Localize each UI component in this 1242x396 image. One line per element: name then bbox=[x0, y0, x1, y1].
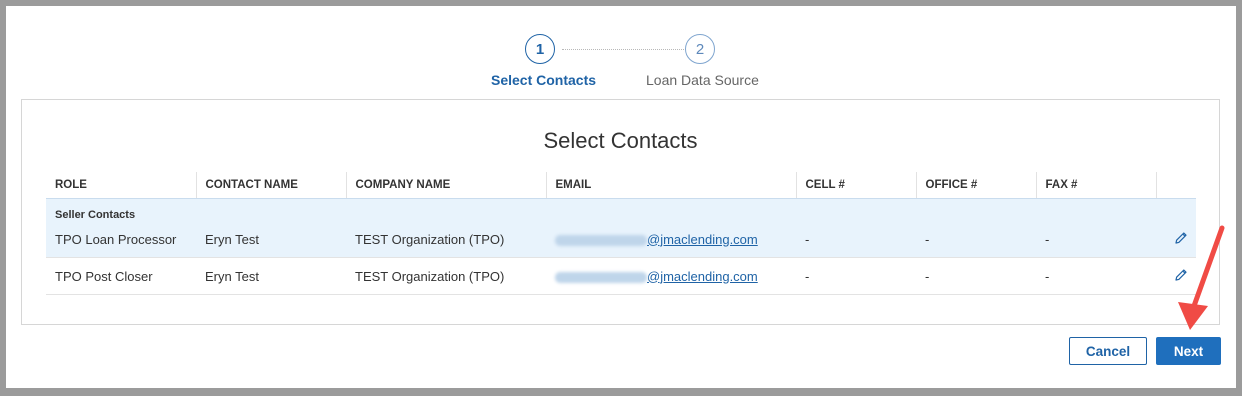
fax-cell: - bbox=[1036, 257, 1156, 295]
group-row: Seller Contacts bbox=[46, 198, 1196, 221]
next-button[interactable]: Next bbox=[1156, 337, 1221, 365]
step-1-indicator[interactable]: 1 bbox=[525, 34, 555, 64]
column-header-cell[interactable]: CELL # bbox=[796, 172, 917, 199]
step-1-label: Select Contacts bbox=[491, 72, 597, 88]
step-1-number: 1 bbox=[535, 40, 545, 58]
column-header-fax[interactable]: FAX # bbox=[1036, 172, 1157, 199]
step-connector bbox=[562, 49, 690, 50]
group-label: Seller Contacts bbox=[46, 198, 1196, 221]
redacted-email-user bbox=[555, 271, 647, 283]
email-link[interactable]: @jmaclending.com bbox=[647, 269, 758, 284]
role-cell: TPO Post Closer bbox=[46, 257, 196, 295]
cell-phone-cell: - bbox=[796, 221, 916, 258]
cell-phone-cell: - bbox=[796, 257, 916, 295]
email-cell: @jmaclending.com bbox=[546, 257, 796, 295]
table-row[interactable]: TPO Loan Processor Eryn Test TEST Organi… bbox=[46, 221, 1196, 258]
table-row[interactable]: TPO Post Closer Eryn Test TEST Organizat… bbox=[46, 257, 1196, 295]
contacts-table: ROLE CONTACT NAME COMPANY NAME EMAIL CEL… bbox=[46, 172, 1196, 295]
step-2-number: 2 bbox=[695, 40, 705, 58]
panel-title: Select Contacts bbox=[543, 128, 698, 153]
office-phone-cell: - bbox=[916, 257, 1036, 295]
role-cell: TPO Loan Processor bbox=[46, 221, 196, 258]
contact-name-cell: Eryn Test bbox=[196, 221, 346, 258]
step-2-indicator[interactable]: 2 bbox=[685, 34, 715, 64]
wizard-frame: 1 2 Select Contacts Loan Data Source Sel… bbox=[6, 6, 1236, 388]
column-header-contact-name[interactable]: CONTACT NAME bbox=[196, 172, 347, 199]
column-header-role[interactable]: ROLE bbox=[46, 172, 197, 199]
office-phone-cell: - bbox=[916, 221, 1036, 258]
email-cell: @jmaclending.com bbox=[546, 221, 796, 258]
company-name-cell: TEST Organization (TPO) bbox=[346, 221, 546, 258]
column-header-office[interactable]: OFFICE # bbox=[916, 172, 1037, 199]
cancel-button[interactable]: Cancel bbox=[1069, 337, 1147, 365]
column-header-email[interactable]: EMAIL bbox=[546, 172, 797, 199]
arrow-annotation bbox=[1178, 225, 1225, 330]
email-link[interactable]: @jmaclending.com bbox=[647, 232, 758, 247]
table-header-row: ROLE CONTACT NAME COMPANY NAME EMAIL CEL… bbox=[46, 172, 1196, 199]
column-header-actions bbox=[1156, 172, 1196, 199]
contact-name-cell: Eryn Test bbox=[196, 257, 346, 295]
company-name-cell: TEST Organization (TPO) bbox=[346, 257, 546, 295]
column-header-company-name[interactable]: COMPANY NAME bbox=[346, 172, 547, 199]
fax-cell: - bbox=[1036, 221, 1156, 258]
contacts-panel: Select Contacts ROLE CONTACT NAME COMPAN… bbox=[21, 99, 1220, 325]
step-2-label: Loan Data Source bbox=[646, 72, 759, 88]
redacted-email-user bbox=[555, 234, 647, 246]
